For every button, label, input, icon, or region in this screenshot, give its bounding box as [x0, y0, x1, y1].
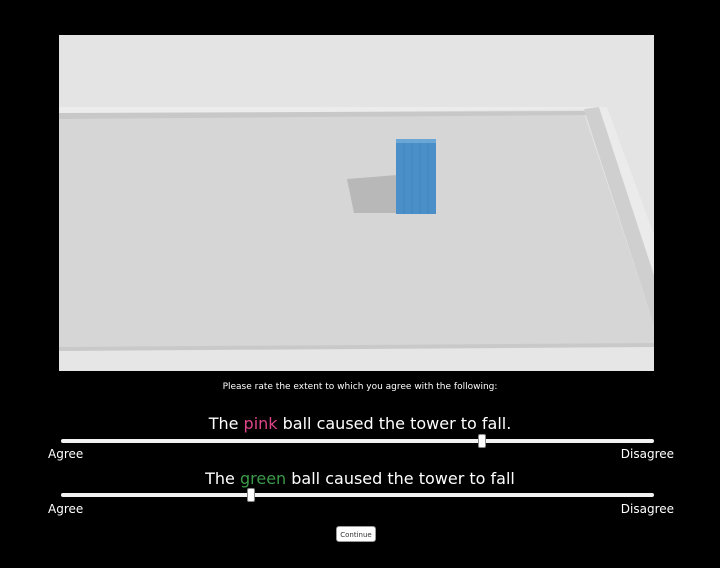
- highlight-word-green: green: [239, 469, 287, 488]
- question-suffix: ball caused the tower to fall: [286, 469, 515, 488]
- highlight-word-pink: pink: [243, 414, 278, 433]
- instruction-text: Please rate the extent to which you agre…: [222, 382, 498, 392]
- slider-thumb[interactable]: [478, 434, 487, 448]
- disagree-label: Disagree: [620, 447, 674, 461]
- block-shadow: [347, 175, 399, 213]
- agreement-slider-pink[interactable]: [61, 434, 654, 448]
- slider-thumb[interactable]: [246, 488, 255, 502]
- question-pink-ball: The pink ball caused the tower to fall.: [0, 414, 720, 433]
- disagree-label: Disagree: [620, 502, 674, 516]
- tower-block: [396, 139, 436, 214]
- question-suffix: ball caused the tower to fall.: [277, 414, 512, 433]
- question-green-ball: The green ball caused the tower to fall: [0, 469, 720, 488]
- agree-label: Agree: [48, 502, 84, 516]
- scene-viewport: [59, 35, 654, 371]
- question-prefix: The: [208, 414, 244, 433]
- continue-button[interactable]: Continue: [336, 526, 376, 542]
- question-prefix: The: [205, 469, 240, 488]
- agree-label: Agree: [48, 447, 84, 461]
- scene-render: [59, 35, 654, 371]
- agreement-slider-green[interactable]: [61, 488, 654, 502]
